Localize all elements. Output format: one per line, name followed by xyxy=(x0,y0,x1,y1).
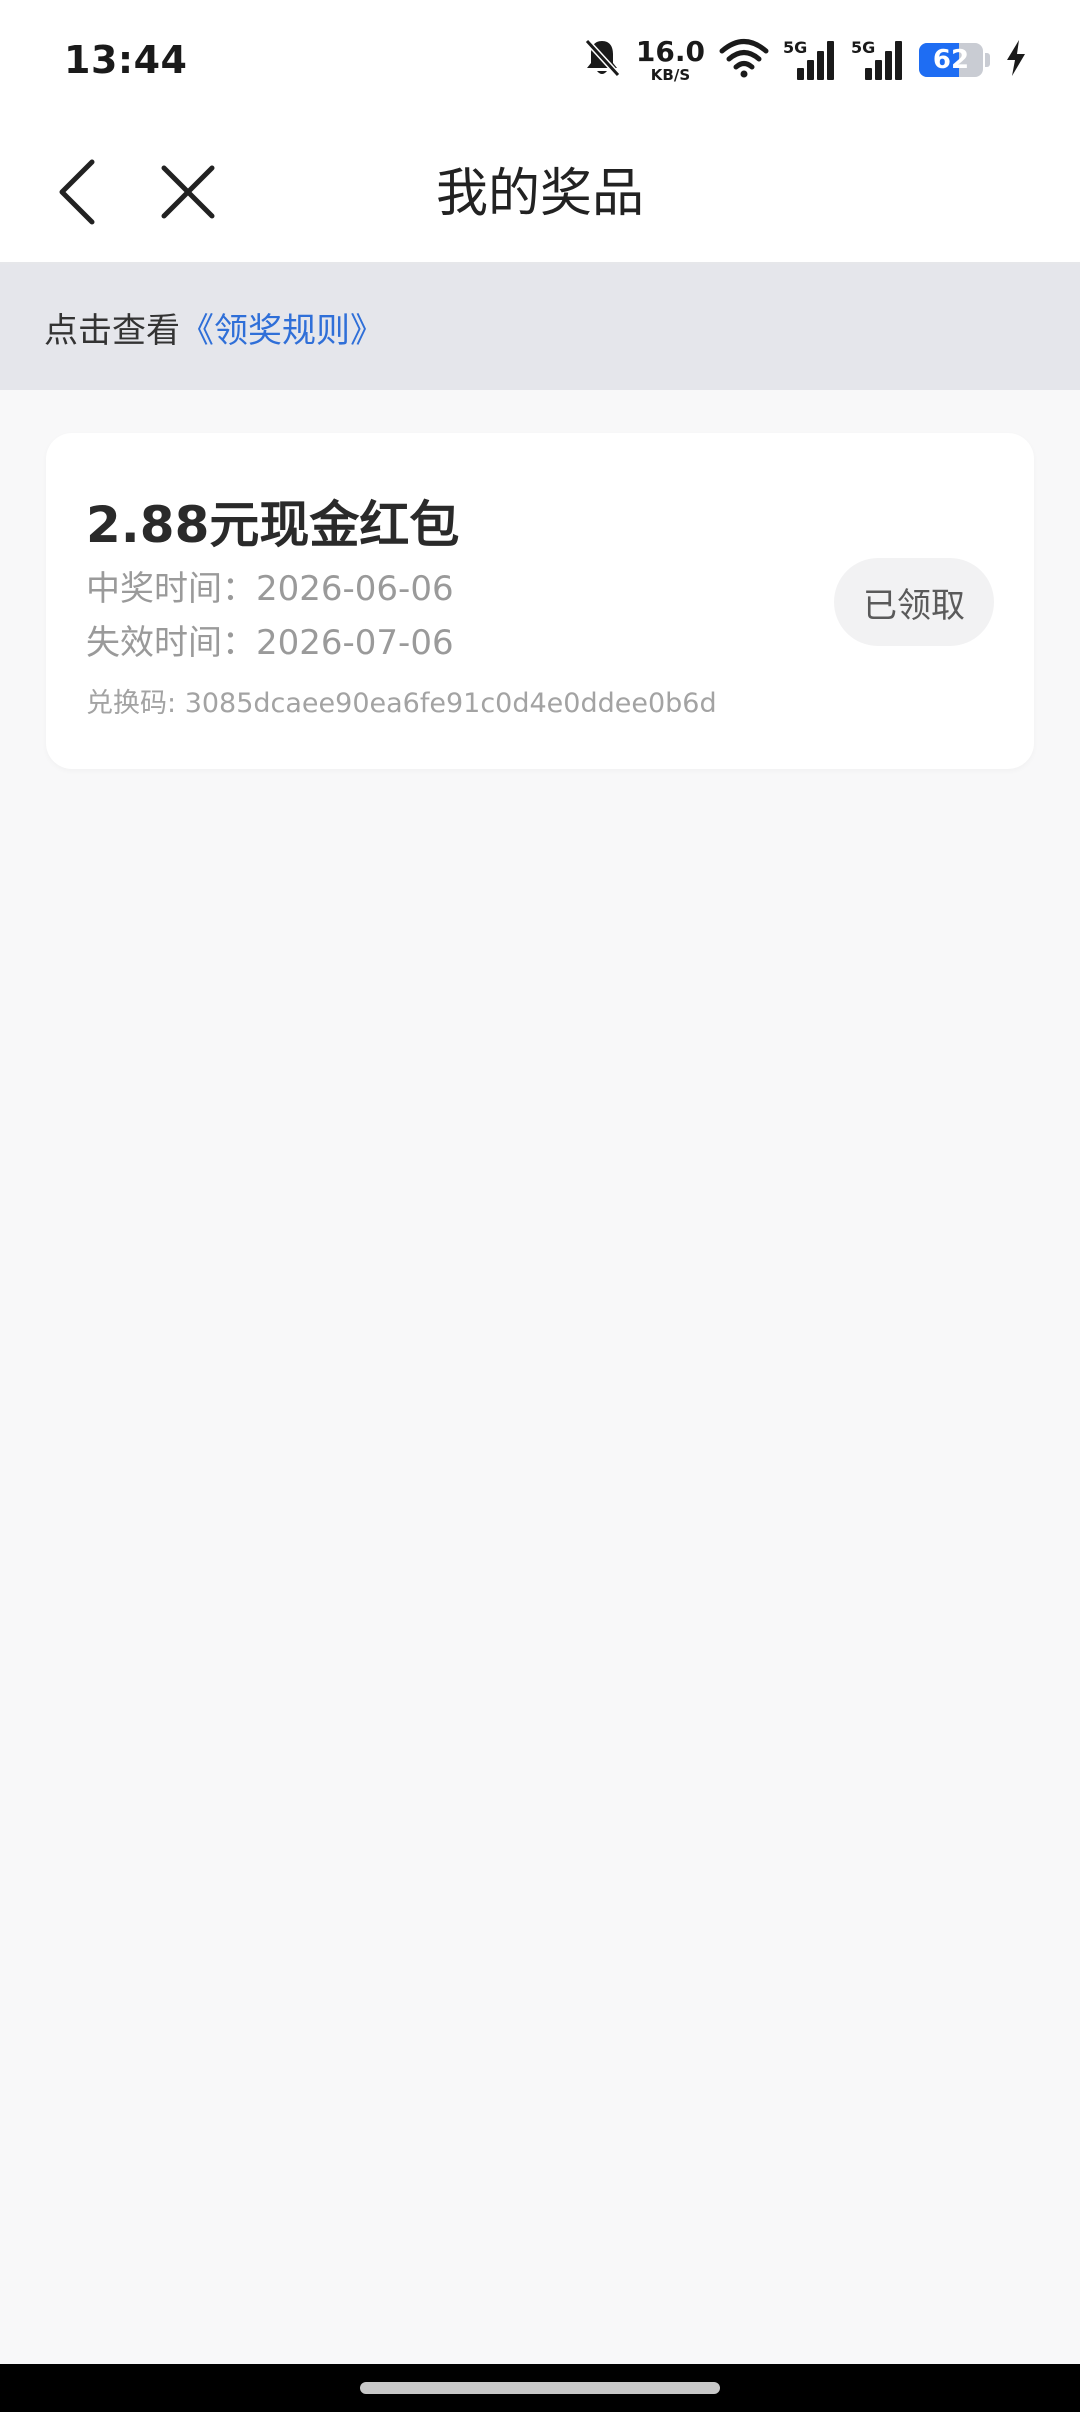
won-time-row: 中奖时间：2026-06-06 xyxy=(86,561,454,610)
battery-tip xyxy=(985,53,990,67)
status-bar: 13:44 16.0 KB/S 5G 5G 62 xyxy=(0,0,1080,124)
status-time: 13:44 xyxy=(64,38,188,82)
won-time-label: 中奖时间： xyxy=(86,569,256,609)
redeem-code-label: 兑换码: xyxy=(86,688,185,719)
battery-icon: 62 xyxy=(919,43,983,77)
rules-link[interactable]: 《领奖规则》 xyxy=(180,303,384,352)
expire-time-label: 失效时间： xyxy=(86,623,256,663)
signal-icon: 5G xyxy=(851,38,905,82)
prize-name: 2.88元现金红包 xyxy=(86,496,460,554)
gesture-navigation-bar xyxy=(0,2364,1080,2412)
redeem-code-value: 3085dcaee90ea6fe91c0d4e0ddee0b6d xyxy=(184,688,717,719)
claimed-status-button[interactable]: 已领取 xyxy=(834,558,994,646)
battery-level: 62 xyxy=(932,45,970,75)
net-speed-indicator: 16.0 KB/S xyxy=(635,34,705,84)
bell-off-icon xyxy=(582,37,622,83)
rules-banner: 点击查看 《领奖规则》 xyxy=(0,264,1080,390)
charging-bolt-icon xyxy=(1004,38,1028,82)
page-title: 我的奖品 xyxy=(435,164,644,224)
home-gesture-handle[interactable] xyxy=(360,2382,720,2394)
status-icons: 16.0 KB/S 5G 5G 62 xyxy=(582,36,1028,84)
rules-prefix-text: 点击查看 xyxy=(44,310,180,351)
wifi-icon xyxy=(719,38,769,82)
net-speed-unit: KB/S xyxy=(650,65,691,84)
expire-time-row: 失效时间：2026-07-06 xyxy=(86,615,454,664)
expire-time-value: 2026-07-06 xyxy=(256,623,454,663)
nav-bar: 我的奖品 xyxy=(0,124,1080,264)
signal-icon: 5G xyxy=(783,38,837,82)
net-speed-value: 16.0 xyxy=(635,34,705,68)
prize-card: 2.88元现金红包 中奖时间：2026-06-06 失效时间：2026-07-0… xyxy=(46,433,1034,769)
redeem-code-row: 兑换码: 3085dcaee90ea6fe91c0d4e0ddee0b6d xyxy=(86,681,717,720)
won-time-value: 2026-06-06 xyxy=(256,569,454,609)
